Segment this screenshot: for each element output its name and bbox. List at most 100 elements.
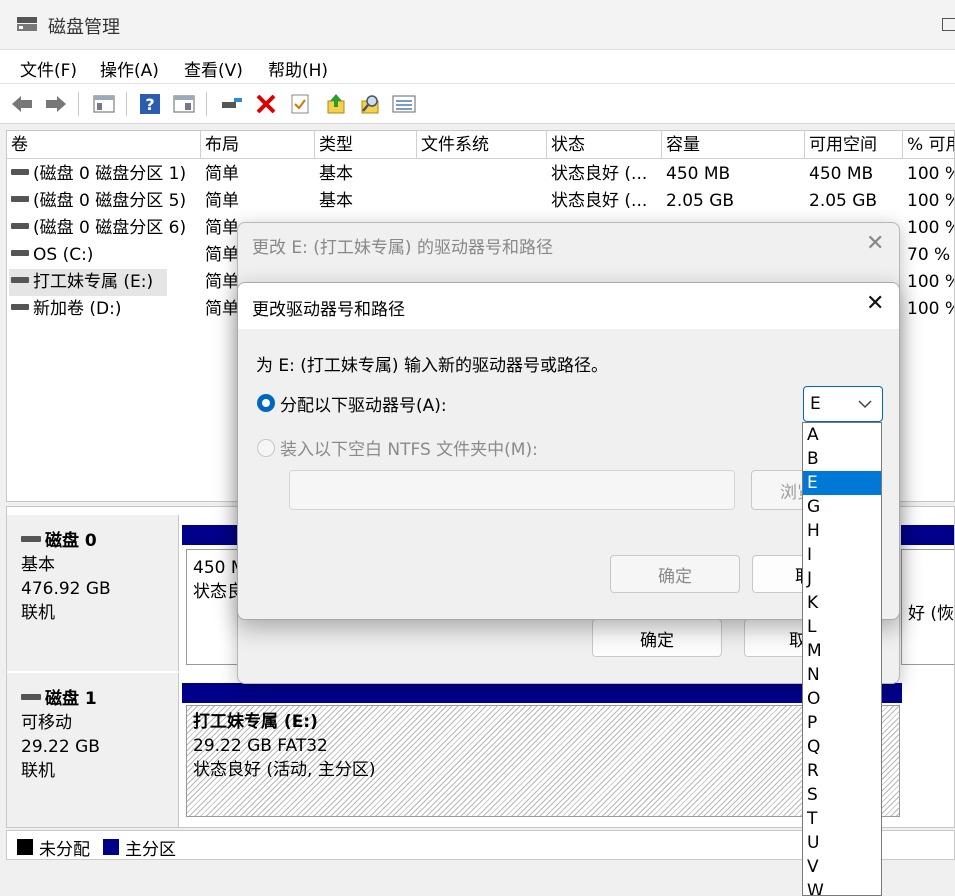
toolbar-separator: [78, 92, 79, 116]
maximize-button[interactable]: [942, 18, 955, 31]
properties-icon[interactable]: [172, 92, 196, 116]
drive-letter-option[interactable]: U: [803, 831, 881, 855]
disk-1-info[interactable]: 磁盘 1 可移动 29.22 GB 联机: [7, 673, 179, 827]
forward-arrow-icon[interactable]: [44, 92, 68, 116]
menu-view[interactable]: 查看(V): [184, 56, 243, 81]
volume-name-cell: 新加卷 (D:): [11, 296, 201, 323]
help-icon[interactable]: ?: [138, 92, 162, 116]
close-icon[interactable]: ✕: [866, 231, 884, 256]
layout-cell: 简单: [205, 164, 239, 184]
drive-letter-option[interactable]: O: [803, 687, 881, 711]
free-space-cell: 2.05 GB: [809, 191, 878, 211]
drive-letter-value: E: [810, 394, 821, 414]
drive-letter-option[interactable]: W: [803, 879, 881, 895]
column-header-type[interactable]: 类型: [315, 131, 417, 159]
disk-0-info[interactable]: 磁盘 0 基本 476.92 GB 联机: [7, 515, 179, 671]
check-icon[interactable]: [288, 92, 312, 116]
drive-letter-option[interactable]: L: [803, 615, 881, 639]
free-space-cell: 450 MB: [809, 164, 874, 184]
drive-letter-select[interactable]: E: [803, 386, 883, 422]
percent-free-cell: 100 %: [907, 164, 954, 184]
toolbar-separator: [126, 92, 127, 116]
volume-name-cell: (磁盘 0 磁盘分区 5): [11, 188, 201, 215]
drive-letter-option[interactable]: M: [803, 639, 881, 663]
drive-letter-option[interactable]: N: [803, 663, 881, 687]
drive-letter-option-selected[interactable]: E: [803, 471, 881, 495]
percent-free-cell: 100 %: [907, 191, 954, 211]
partition-bar: [182, 683, 902, 703]
drive-letter-option[interactable]: V: [803, 855, 881, 879]
dialog-instruction: 为 E: (打工妹专属) 输入新的驱动器号或路径。: [256, 356, 608, 376]
ok-button[interactable]: 确定: [610, 555, 740, 593]
column-header-filesystem[interactable]: 文件系统: [417, 131, 547, 159]
layout-cell: 简单: [205, 191, 239, 211]
capacity-cell: 450 MB: [666, 164, 731, 184]
column-header-capacity[interactable]: 容量: [662, 131, 805, 159]
disk-0-partition-recovery[interactable]: 好 (恢复分: [901, 549, 954, 665]
type-cell: 基本: [319, 191, 353, 211]
list-icon[interactable]: [392, 92, 416, 116]
percent-free-cell: 100 %: [907, 299, 954, 319]
console-tree-icon[interactable]: [92, 92, 116, 116]
column-header-layout[interactable]: 布局: [201, 131, 315, 159]
dialog-title: 更改 E: (打工妹专属) 的驱动器号和路径: [252, 238, 553, 258]
delete-icon[interactable]: [254, 92, 278, 116]
partition-status: 状态良好 (活动, 主分区): [193, 760, 376, 780]
assign-letter-radio[interactable]: [257, 394, 275, 412]
menu-help[interactable]: 帮助(H): [268, 56, 328, 81]
table-row[interactable]: (磁盘 0 磁盘分区 1) 简单 基本 状态良好 (... 450 MB 450…: [7, 161, 954, 188]
drive-letter-option[interactable]: J: [803, 567, 881, 591]
menu-file[interactable]: 文件(F): [20, 56, 77, 81]
drive-icon: [11, 277, 29, 283]
drive-letter-option[interactable]: I: [803, 543, 881, 567]
search-icon[interactable]: [358, 92, 382, 116]
drive-letter-option[interactable]: G: [803, 495, 881, 519]
volume-name-cell: (磁盘 0 磁盘分区 6): [11, 215, 201, 242]
window-titlebar: 磁盘管理: [0, 0, 955, 50]
close-icon[interactable]: ✕: [866, 291, 884, 316]
disk-0-partition-1[interactable]: 450 MB 状态良好: [186, 549, 242, 665]
drive-letter-option[interactable]: B: [803, 447, 881, 471]
drive-letter-option[interactable]: A: [803, 423, 881, 447]
folder-path-input[interactable]: [289, 470, 735, 510]
drive-letter-option[interactable]: R: [803, 759, 881, 783]
connect-icon[interactable]: [220, 92, 244, 116]
toolbar-separator: [206, 92, 207, 116]
volume-list-header: 卷 布局 类型 文件系统 状态 容量 可用空间 % 可用: [7, 131, 954, 159]
change-drive-letter-and-path-dialog[interactable]: 更改驱动器号和路径 ✕ 为 E: (打工妹专属) 输入新的驱动器号或路径。 分配…: [237, 282, 900, 620]
volume-name: OS (C:): [33, 245, 94, 265]
drive-icon: [11, 250, 29, 256]
mount-folder-radio[interactable]: [257, 439, 275, 457]
disk-1-partition-e[interactable]: 打工妹专属 (E:) 29.22 GB FAT32 状态良好 (活动, 主分区): [186, 705, 900, 817]
capacity-cell: 2.05 GB: [666, 191, 735, 211]
drive-letter-option[interactable]: Q: [803, 735, 881, 759]
partition-bar: [182, 525, 242, 545]
volume-name-cell: OS (C:): [11, 242, 201, 269]
toolbar: ?: [0, 84, 955, 124]
percent-free-cell: 100 %: [907, 272, 954, 292]
drive-icon: [11, 196, 29, 202]
volume-name: (磁盘 0 磁盘分区 1): [33, 164, 187, 184]
disk-0-size: 476.92 GB: [21, 579, 111, 599]
column-header-percent-free[interactable]: % 可用: [903, 131, 954, 159]
drive-letter-option[interactable]: H: [803, 519, 881, 543]
table-row[interactable]: (磁盘 0 磁盘分区 5) 简单 基本 状态良好 (... 2.05 GB 2.…: [7, 188, 954, 215]
drive-letter-option[interactable]: P: [803, 711, 881, 735]
import-icon[interactable]: [324, 92, 348, 116]
drive-icon: [11, 304, 29, 310]
disk-1-size: 29.22 GB: [21, 737, 100, 757]
column-header-free-space[interactable]: 可用空间: [805, 131, 903, 159]
menu-action[interactable]: 操作(A): [100, 56, 159, 81]
drive-letter-dropdown-list[interactable]: A B E G H I J K L M N O P Q R S T U V W: [802, 422, 882, 896]
volume-name: 打工妹专属 (E:): [33, 272, 154, 292]
menu-bar: 文件(F) 操作(A) 查看(V) 帮助(H): [0, 50, 955, 84]
back-arrow-icon[interactable]: [10, 92, 34, 116]
column-header-volume[interactable]: 卷: [7, 131, 201, 159]
drive-letter-option[interactable]: K: [803, 591, 881, 615]
drive-letter-option[interactable]: T: [803, 807, 881, 831]
column-header-status[interactable]: 状态: [547, 131, 662, 159]
drive-letter-option[interactable]: S: [803, 783, 881, 807]
ok-button[interactable]: 确定: [592, 619, 722, 657]
svg-text:?: ?: [145, 95, 154, 114]
dialog-title: 更改驱动器号和路径: [252, 300, 405, 320]
